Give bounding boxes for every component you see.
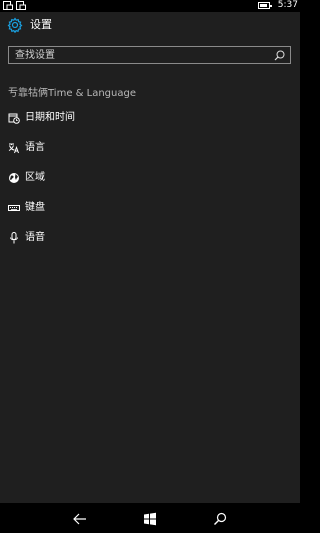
- search-input[interactable]: 查找设置: [8, 46, 291, 64]
- navigation-bar: [0, 503, 300, 533]
- keyboard-icon: [8, 205, 20, 211]
- settings-item-label: 日期和时间: [25, 112, 75, 123]
- search-icon[interactable]: [212, 511, 228, 527]
- back-icon[interactable]: [72, 511, 88, 527]
- settings-item-label: 语音: [25, 232, 45, 243]
- status-time: 5:37: [277, 0, 298, 10]
- notification-icon: [3, 1, 13, 10]
- settings-item-speech[interactable]: 语音: [0, 228, 300, 250]
- search-icon[interactable]: [274, 50, 285, 61]
- settings-item-keyboard[interactable]: 键盘: [0, 198, 300, 220]
- battery-icon: [258, 2, 272, 9]
- settings-page: 设置 查找设置 亐靠牯俩Time & Language 日期和时间 语言 区域 …: [0, 12, 300, 503]
- status-bar: 5:37: [0, 0, 300, 12]
- settings-item-language[interactable]: 语言: [0, 138, 300, 160]
- microphone-icon: [10, 232, 18, 244]
- globe-icon: [9, 173, 19, 183]
- section-title: 亐靠牯俩Time & Language: [8, 88, 136, 99]
- settings-item-region[interactable]: 区域: [0, 168, 300, 190]
- settings-item-label: 区域: [25, 172, 45, 183]
- calendar-clock-icon: [8, 113, 20, 124]
- settings-item-label: 键盘: [25, 202, 45, 213]
- windows-start-icon[interactable]: [142, 511, 158, 527]
- settings-item-date-time[interactable]: 日期和时间: [0, 108, 300, 130]
- settings-item-label: 语言: [25, 142, 45, 153]
- page-title: 设置: [30, 18, 52, 31]
- gear-icon: [7, 17, 23, 33]
- language-icon: [8, 143, 19, 154]
- search-placeholder: 查找设置: [15, 50, 55, 61]
- notification-icon: [16, 1, 26, 10]
- page-header: 设置: [0, 12, 300, 40]
